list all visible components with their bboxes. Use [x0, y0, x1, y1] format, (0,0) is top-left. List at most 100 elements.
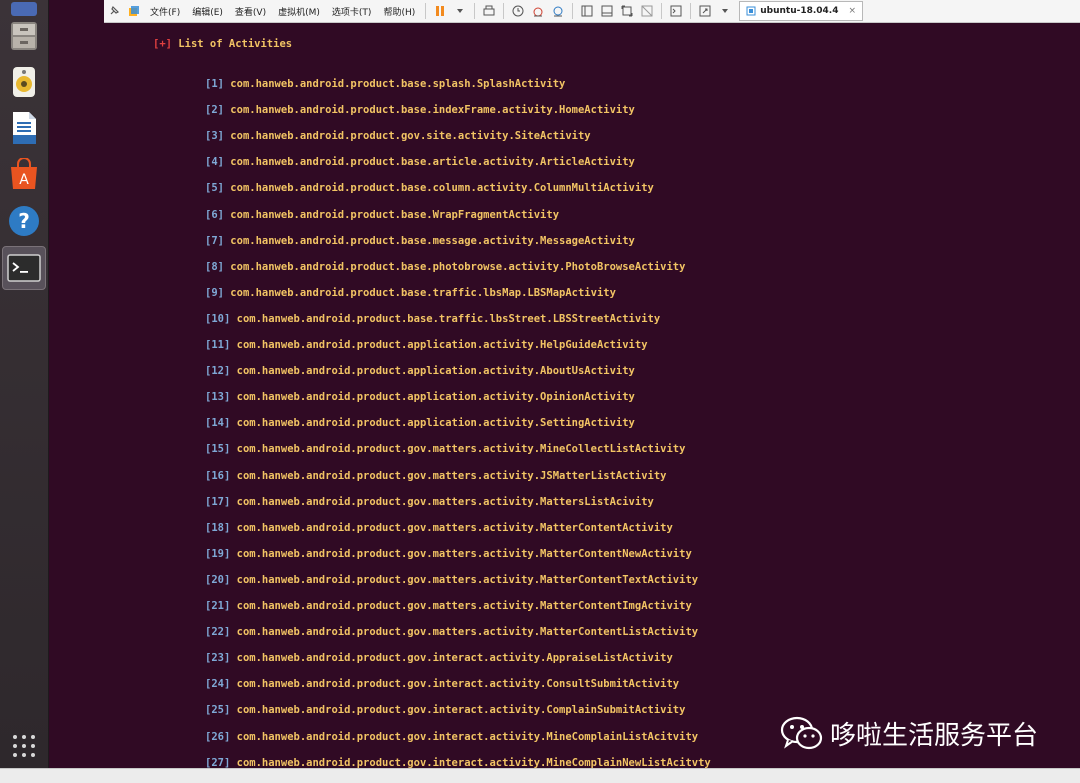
activity-row: [15] com.hanweb.android.product.gov.matt…: [205, 443, 685, 455]
activity-row: [10] com.hanweb.android.product.base.tra…: [205, 313, 660, 325]
activity-index: [23]: [205, 652, 231, 665]
toolbar-separator: [503, 3, 505, 19]
activity-name: com.hanweb.android.product.application.a…: [236, 365, 635, 378]
menu-view[interactable]: 查看(V): [235, 5, 266, 18]
activity-row: [7] com.hanweb.android.product.base.mess…: [205, 235, 635, 247]
activity-name: com.hanweb.android.product.gov.matters.a…: [236, 547, 692, 560]
activity-index: [27]: [205, 756, 231, 768]
menu-file[interactable]: 文件(F): [150, 5, 180, 18]
activity-index: [8]: [205, 260, 224, 273]
snapshot-icon[interactable]: [511, 4, 525, 18]
activity-row: [21] com.hanweb.android.product.gov.matt…: [205, 600, 692, 612]
watermark-text: 哆啦生活服务平台: [830, 720, 1039, 751]
activity-index: [25]: [205, 704, 231, 717]
activity-row: [13] com.hanweb.android.product.applicat…: [205, 391, 635, 403]
activity-index: [26]: [205, 730, 231, 743]
activity-index: [19]: [205, 547, 231, 560]
chevron-down-icon[interactable]: [453, 4, 467, 18]
activity-name: com.hanweb.android.product.gov.matters.a…: [236, 495, 654, 508]
toolbar-separator: [661, 3, 663, 19]
files-launcher-button[interactable]: [6, 18, 42, 54]
activity-index: [13]: [205, 391, 231, 404]
activity-name: com.hanweb.android.product.base.photobro…: [230, 260, 686, 273]
activities-heading: [+] List of Activities: [153, 38, 292, 50]
activity-index: [6]: [205, 208, 224, 221]
menu-vm[interactable]: 虚拟机(M): [278, 5, 320, 18]
activity-name: com.hanweb.android.product.gov.matters.a…: [236, 626, 699, 639]
pin-icon[interactable]: [107, 4, 121, 18]
fullscreen-icon[interactable]: [620, 4, 634, 18]
activity-name: com.hanweb.android.product.gov.matters.a…: [236, 469, 667, 482]
speaker-icon: [13, 67, 35, 97]
software-center-launcher-button[interactable]: A: [6, 156, 42, 192]
writer-launcher-button[interactable]: [6, 110, 42, 146]
activity-index: [22]: [205, 626, 231, 639]
console-view-icon[interactable]: [600, 4, 614, 18]
chevron-down-icon[interactable]: [718, 4, 732, 18]
activity-name: com.hanweb.android.product.gov.interact.…: [236, 730, 699, 743]
activity-index: [10]: [205, 312, 231, 325]
activity-name: com.hanweb.android.product.gov.interact.…: [236, 704, 686, 717]
activity-row: [27] com.hanweb.android.product.gov.inte…: [205, 757, 711, 768]
vmware-status-bar: [0, 768, 1080, 783]
ubuntu-launcher: A ?: [0, 0, 49, 768]
heading-text: List of Activities: [178, 38, 293, 50]
file-cabinet-icon: [11, 22, 37, 50]
activity-row: [6] com.hanweb.android.product.base.Wrap…: [205, 209, 559, 221]
wechat-icon: [780, 716, 823, 750]
send-ctrl-alt-del-icon[interactable]: [482, 4, 496, 18]
menu-tabs[interactable]: 选项卡(T): [332, 5, 372, 18]
activity-row: [11] com.hanweb.android.product.applicat…: [205, 339, 648, 351]
terminal-output[interactable]: [+] List of Activities [1] com.hanweb.an…: [49, 23, 1080, 768]
document-icon: [13, 112, 36, 144]
svg-text:?: ?: [18, 209, 30, 233]
menu-help[interactable]: 帮助(H): [383, 5, 415, 18]
activity-row: [17] com.hanweb.android.product.gov.matt…: [205, 496, 654, 508]
tab-ubuntu-vm[interactable]: ubuntu-18.04.4 ×: [739, 1, 864, 21]
unity-mode-icon[interactable]: [640, 4, 654, 18]
pause-icon[interactable]: [433, 4, 447, 18]
activity-index: [2]: [205, 104, 224, 117]
toolbar-separator: [572, 3, 574, 19]
activity-name: com.hanweb.android.product.gov.interact.…: [236, 678, 680, 691]
close-icon[interactable]: ×: [849, 6, 857, 16]
activity-name: com.hanweb.android.product.gov.site.acti…: [230, 130, 591, 143]
vmware-toolbar: 文件(F) 编辑(E) 查看(V) 虚拟机(M) 选项卡(T) 帮助(H) ub…: [104, 0, 1080, 23]
activity-index: [16]: [205, 469, 231, 482]
activity-row: [8] com.hanweb.android.product.base.phot…: [205, 261, 685, 273]
vm-icon: [746, 6, 756, 16]
library-icon[interactable]: [127, 4, 141, 18]
activity-index: [11]: [205, 339, 231, 351]
activity-row: [19] com.hanweb.android.product.gov.matt…: [205, 548, 692, 560]
activity-row: [16] com.hanweb.android.product.gov.matt…: [205, 470, 667, 482]
svg-text:A: A: [19, 172, 29, 188]
activity-name: com.hanweb.android.product.application.a…: [236, 339, 648, 351]
snapshot-manager-icon[interactable]: [551, 4, 565, 18]
activity-index: [17]: [205, 495, 231, 508]
activity-row: [5] com.hanweb.android.product.base.colu…: [205, 182, 654, 194]
rhythmbox-launcher-button[interactable]: [6, 64, 42, 100]
activity-name: com.hanweb.android.product.base.splash.S…: [230, 78, 566, 90]
stretch-icon[interactable]: [698, 4, 712, 18]
terminal-launcher-button[interactable]: [2, 246, 46, 290]
menu-edit[interactable]: 编辑(E): [192, 5, 223, 18]
revert-snapshot-icon[interactable]: [531, 4, 545, 18]
help-launcher-button[interactable]: ?: [6, 203, 42, 239]
show-applications-icon[interactable]: [12, 734, 36, 758]
terminal-console-icon[interactable]: [669, 4, 683, 18]
activity-name: com.hanweb.android.product.base.indexFra…: [230, 104, 635, 117]
toolbar-separator: [425, 3, 427, 19]
activity-index: [12]: [205, 365, 231, 378]
heading-prefix: [+]: [153, 38, 172, 50]
activity-index: [4]: [205, 156, 224, 169]
wechat-watermark: 哆啦生活服务平台: [780, 714, 1038, 752]
activity-index: [24]: [205, 678, 231, 691]
activity-name: com.hanweb.android.product.gov.matters.a…: [236, 521, 673, 534]
activity-name: com.hanweb.android.product.base.message.…: [230, 234, 635, 247]
activity-index: [18]: [205, 521, 231, 534]
sidebar-view-icon[interactable]: [580, 4, 594, 18]
activity-row: [3] com.hanweb.android.product.gov.site.…: [205, 130, 591, 142]
activity-row: [23] com.hanweb.android.product.gov.inte…: [205, 652, 673, 664]
activity-index: [14]: [205, 417, 231, 430]
activity-index: [7]: [205, 234, 224, 247]
